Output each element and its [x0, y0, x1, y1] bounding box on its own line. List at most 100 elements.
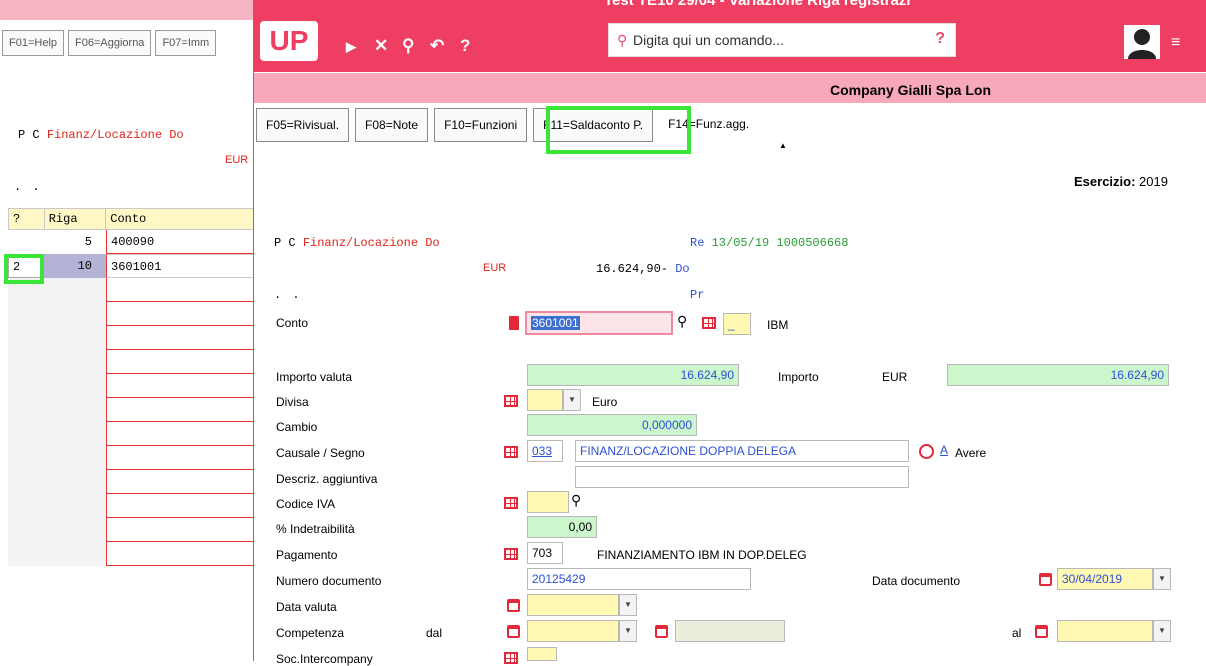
background-titlebar [0, 0, 260, 20]
data-valuta-input[interactable] [527, 594, 619, 616]
undo-icon[interactable]: ↶ [430, 36, 444, 56]
info-re: Re [690, 236, 705, 250]
bg-info-prefix: P C [18, 128, 40, 142]
hamburger-menu-icon[interactable]: ≡ [1171, 34, 1180, 52]
window-title: Test TE10 29/04 - Variazione Riga regist… [604, 0, 911, 9]
iva-search-icon[interactable]: ⚲ [571, 492, 581, 509]
data-documento-chevron-down-icon[interactable]: ▼ [1153, 568, 1171, 590]
conto-search-icon[interactable]: ⚲ [677, 313, 687, 330]
data-valuta-calendar-icon[interactable] [507, 599, 520, 612]
table-row[interactable] [8, 326, 260, 350]
importo-input[interactable]: 16.624,90 [947, 364, 1169, 386]
divisa-input[interactable] [527, 389, 563, 411]
table-row[interactable] [8, 518, 260, 542]
funzioni-button[interactable]: F10=Funzioni [434, 108, 528, 142]
info-re-code: 1000506668 [776, 236, 849, 250]
table-row[interactable]: 5 400090 [8, 230, 260, 254]
command-search-icon: ⚲ [617, 32, 628, 48]
table-row[interactable] [8, 398, 260, 422]
divisa-grid-icon[interactable] [504, 395, 518, 407]
rivisual-button[interactable]: F05=Rivisual. [256, 108, 350, 142]
descriz-aggiuntiva-input[interactable] [575, 466, 909, 488]
command-input[interactable] [633, 30, 923, 50]
competenza-label: Competenza [276, 626, 345, 640]
table-row[interactable] [8, 470, 260, 494]
user-avatar-icon[interactable] [1124, 25, 1160, 59]
competenza-dal-input[interactable] [527, 620, 619, 642]
causale-description-input[interactable]: FINANZ/LOCAZIONE DOPPIA DELEGA [575, 440, 909, 462]
note-button[interactable]: F08=Note [355, 108, 429, 142]
segno-code[interactable]: A [940, 443, 948, 457]
table-row[interactable] [8, 278, 260, 302]
row-conto[interactable]: 400090 [106, 230, 260, 254]
play-icon[interactable]: ▶ [346, 39, 356, 55]
chevron-down-icon[interactable]: ▼ [563, 389, 581, 411]
soc-grid-icon[interactable] [504, 652, 518, 664]
dialog-titlebar: Test TE10 29/04 - Variazione Riga regist… [254, 0, 1206, 72]
competenza-al-chevron-down-icon[interactable]: ▼ [1153, 620, 1171, 642]
info-dots: . . [274, 288, 302, 302]
divisa-label: Divisa [276, 395, 309, 409]
conto-input[interactable]: 3601001 [525, 311, 673, 335]
cambio-label: Cambio [276, 420, 318, 434]
row-q[interactable] [8, 230, 44, 254]
bg-help-button[interactable]: F01=Help [2, 30, 65, 56]
competenza-extra-calendar-icon[interactable] [655, 625, 668, 638]
soc-intercompany-label: Soc.Intercompany [276, 652, 373, 666]
competenza-dal-calendar-icon[interactable] [507, 625, 520, 638]
data-documento-input[interactable]: 30/04/2019 [1057, 568, 1153, 590]
grid-icon[interactable] [702, 317, 716, 329]
causale-grid-icon[interactable] [504, 446, 518, 458]
close-icon[interactable]: ✕ [374, 36, 388, 56]
command-help-icon[interactable]: ? [935, 30, 945, 48]
competenza-extra-input [675, 620, 785, 642]
table-row[interactable] [8, 446, 260, 470]
table-row[interactable] [8, 374, 260, 398]
data-valuta-chevron-down-icon[interactable]: ▼ [619, 594, 637, 616]
command-box: ⚲ ? [608, 23, 956, 57]
numero-documento-label: Numero documento [276, 574, 382, 588]
info-reg: Re 13/05/19 1000506668 [690, 236, 848, 250]
search-icon[interactable]: ⚲ [402, 36, 414, 56]
data-valuta-label: Data valuta [276, 600, 337, 614]
pagamento-grid-icon[interactable] [504, 548, 518, 560]
competenza-dal-chevron-down-icon[interactable]: ▼ [619, 620, 637, 642]
info-prefix: P C [274, 236, 296, 250]
table-row-selected[interactable]: 2 10 3601001 [8, 254, 260, 278]
bg-imm-button[interactable]: F07=Imm [155, 30, 217, 56]
table-row[interactable] [8, 302, 260, 326]
table-row[interactable] [8, 542, 260, 566]
codice-iva-input[interactable] [527, 491, 569, 513]
table-row[interactable] [8, 494, 260, 518]
bg-grid: ? Riga Conto 5 400090 2 10 3601001 [8, 208, 260, 566]
saldaconto-highlight-box [546, 106, 691, 154]
cambio-input[interactable]: 0,000000 [527, 414, 697, 436]
info-line: P C Finanz/Locazione Do [274, 236, 440, 250]
conto-description: IBM [767, 318, 789, 332]
pagamento-code-input[interactable]: 703 [527, 542, 563, 564]
table-row[interactable] [8, 422, 260, 446]
competenza-al-input[interactable] [1057, 620, 1153, 642]
conto-sub-input[interactable]: _ [723, 313, 751, 335]
grid-header-riga: Riga [45, 209, 107, 229]
bg-aggiorna-button[interactable]: F06=Aggiorna [68, 30, 152, 56]
competenza-dal-label: dal [426, 626, 443, 640]
info-red-text: Finanz/Locazione Do [302, 236, 440, 250]
iva-grid-icon[interactable] [504, 497, 518, 509]
soc-intercompany-input[interactable] [527, 647, 557, 661]
importo-valuta-input[interactable]: 16.624,90 [527, 364, 739, 386]
competenza-al-calendar-icon[interactable] [1035, 625, 1048, 638]
row-conto[interactable]: 3601001 [106, 254, 260, 278]
pagamento-label: Pagamento [276, 548, 338, 562]
segno-radio[interactable] [919, 444, 934, 459]
help-icon[interactable]: ? [460, 36, 470, 56]
calculator-icon[interactable] [509, 316, 519, 330]
indetraibilita-input[interactable]: 0,00 [527, 516, 597, 538]
causale-code-input[interactable]: 033 [527, 440, 563, 462]
data-documento-calendar-icon[interactable] [1039, 573, 1052, 586]
info-amount: 16.624,90- Do [596, 262, 690, 276]
table-row[interactable] [8, 350, 260, 374]
numero-documento-input[interactable]: 20125429 [527, 568, 751, 590]
row-highlight-box [4, 254, 44, 284]
esercizio-value: 2019 [1139, 174, 1168, 189]
